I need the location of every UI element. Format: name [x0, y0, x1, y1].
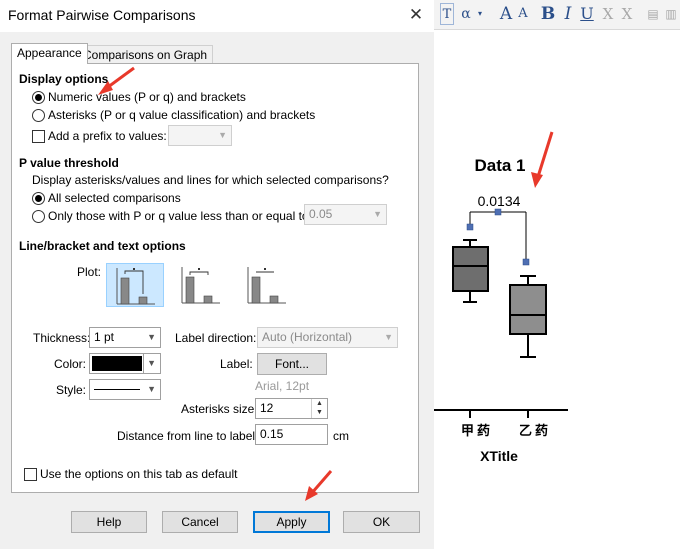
superscript-button[interactable]: X: [601, 3, 615, 25]
chevron-down-icon: ▼: [143, 354, 156, 373]
appearance-panel: Display options Numeric values (P or q) …: [11, 63, 419, 493]
box-plot-chart: Data 1 0.0134 甲药 乙药 XTitle: [434, 156, 568, 464]
spin-up-icon[interactable]: ▲: [312, 399, 327, 408]
threshold-dropdown[interactable]: 0.05 ▼: [304, 204, 387, 225]
thickness-value: 1 pt: [94, 330, 115, 344]
asterisks-label: Asterisks (P or q value classification) …: [48, 108, 316, 122]
distance-label: Distance from line to label:: [117, 429, 259, 443]
x-axis-title: XTitle: [480, 448, 518, 464]
more-icon[interactable]: ▥: [664, 3, 678, 25]
increase-font-button[interactable]: A: [498, 3, 514, 25]
bracket-handle: [466, 223, 474, 231]
add-prefix-checkbox[interactable]: [32, 130, 45, 143]
text-format-toolbar: T α ▾ A A B I U X X ▤ ▥: [434, 0, 680, 30]
threshold-value: 0.05: [309, 207, 333, 221]
display-options-heading: Display options: [19, 72, 109, 86]
label-direction-value: Auto (Horizontal): [262, 330, 353, 344]
bracket-style-icon: [247, 267, 286, 304]
x-tick-label: 甲药: [461, 423, 493, 439]
numeric-values-label: Numeric values (P or q) and brackets: [48, 90, 246, 104]
thickness-dropdown[interactable]: 1 pt ▼: [89, 327, 161, 348]
chevron-down-icon: ▼: [147, 384, 156, 394]
greek-icon[interactable]: ▤: [646, 3, 660, 25]
box-series-2: [509, 275, 547, 358]
only-below-threshold-label: Only those with P or q value less than o…: [48, 209, 312, 223]
label-font-label: Label:: [220, 357, 253, 371]
prefix-dropdown[interactable]: ▼: [168, 125, 232, 146]
spinner-buttons: ▲ ▼: [311, 399, 327, 418]
spin-down-icon[interactable]: ▼: [312, 408, 327, 417]
asterisks-size-label: Asterisks size:: [181, 402, 258, 416]
plot-style-option-bracket-full[interactable]: [106, 263, 164, 307]
numeric-values-radio[interactable]: [32, 91, 45, 104]
x-tick-label: 乙药: [519, 423, 551, 439]
subscript-button[interactable]: X: [620, 3, 634, 25]
bracket-handle: [522, 258, 530, 266]
chevron-down-icon: ▼: [147, 332, 156, 342]
decrease-font-button[interactable]: A: [516, 3, 530, 25]
color-dropdown[interactable]: ▼: [89, 353, 161, 374]
threshold-description: Display asterisks/values and lines for w…: [32, 173, 389, 187]
italic-button[interactable]: I: [561, 3, 575, 25]
label-direction-dropdown[interactable]: Auto (Horizontal) ▼: [257, 327, 398, 348]
chevron-down-icon: ▼: [384, 332, 393, 342]
chevron-down-icon[interactable]: ▾: [476, 3, 484, 25]
only-below-threshold-radio[interactable]: [32, 210, 45, 223]
text-tool-button[interactable]: T: [440, 3, 454, 25]
bracket-handle: [494, 208, 502, 216]
font-button[interactable]: Font...: [257, 353, 327, 375]
bold-button[interactable]: B: [540, 3, 556, 25]
apply-button[interactable]: Apply: [253, 511, 330, 533]
style-label: Style:: [56, 383, 87, 397]
plot-style-option-line-only[interactable]: [238, 263, 296, 307]
color-label: Color:: [54, 357, 87, 371]
p-value-threshold-heading: P value threshold: [19, 156, 119, 170]
help-button[interactable]: Help: [71, 511, 147, 533]
ok-button[interactable]: OK: [343, 511, 420, 533]
cancel-button[interactable]: Cancel: [162, 511, 238, 533]
asterisks-radio[interactable]: [32, 109, 45, 122]
distance-unit: cm: [333, 429, 349, 443]
label-direction-label: Label direction:: [175, 331, 257, 345]
line-bracket-options-heading: Line/bracket and text options: [19, 239, 186, 253]
bracket-style-icon: [181, 267, 220, 304]
chart-title: Data 1: [474, 156, 525, 175]
chevron-down-icon: ▼: [373, 209, 382, 219]
use-as-default-label: Use the options on this tab as default: [40, 467, 238, 481]
symbol-button[interactable]: α: [458, 3, 474, 25]
thickness-label: Thickness:: [33, 331, 91, 345]
dialog-title-bar: Format Pairwise Comparisons ✕: [0, 0, 434, 32]
tab-appearance[interactable]: Appearance: [11, 43, 88, 64]
distance-value: 0.15: [260, 427, 284, 441]
underline-button[interactable]: U: [579, 3, 595, 25]
plot-style-option-bracket-short[interactable]: [172, 263, 230, 307]
p-value-label: 0.0134: [478, 193, 521, 209]
format-pairwise-comparisons-dialog: Format Pairwise Comparisons ✕ Appearance…: [0, 0, 434, 549]
add-prefix-label: Add a prefix to values:: [48, 129, 167, 143]
use-as-default-checkbox[interactable]: [24, 468, 37, 481]
font-info: Arial, 12pt: [255, 379, 310, 393]
line-style-dropdown[interactable]: ▼: [89, 379, 161, 400]
chevron-down-icon: ▼: [218, 130, 227, 140]
plot-label: Plot:: [77, 265, 102, 279]
all-selected-comparisons-radio[interactable]: [32, 192, 45, 205]
box-series-1: [452, 239, 489, 303]
all-selected-comparisons-label: All selected comparisons: [48, 191, 181, 205]
asterisks-size-value: 12: [260, 401, 274, 415]
solid-line-icon: [94, 389, 140, 390]
dialog-title: Format Pairwise Comparisons: [8, 7, 196, 23]
bracket-style-icon: [116, 268, 155, 305]
asterisks-size-spinner[interactable]: 12 ▲ ▼: [255, 398, 328, 419]
tab-comparisons-on-graph[interactable]: Comparisons on Graph: [77, 45, 214, 65]
distance-input[interactable]: 0.15: [255, 424, 328, 445]
close-icon[interactable]: ✕: [404, 4, 428, 28]
color-swatch: [92, 356, 142, 371]
